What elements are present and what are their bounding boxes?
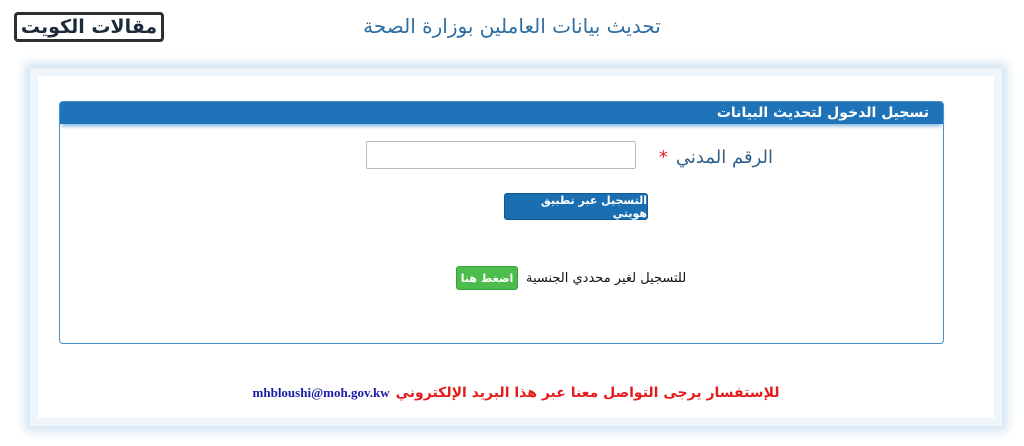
civil-id-label-text: الرقم المدني xyxy=(675,147,773,168)
civil-id-input[interactable] xyxy=(366,141,636,169)
contact-email-link[interactable]: mhbloushi@moh.gov.kw xyxy=(253,385,390,400)
civil-id-label: الرقم المدني * xyxy=(659,147,773,168)
hawyti-login-button[interactable]: التسجيل عبر تطبيق هويتي xyxy=(504,193,648,220)
page-title: تحديث بيانات العاملين بوزارة الصحة xyxy=(0,14,1024,38)
form-container: تسجيل الدخول لتحديث البيانات الرقم المدن… xyxy=(30,68,1002,426)
panel-header: تسجيل الدخول لتحديث البيانات xyxy=(60,102,943,124)
login-panel: تسجيل الدخول لتحديث البيانات الرقم المدن… xyxy=(59,101,944,344)
page-title-text: تحديث بيانات العاملين بوزارة الصحة xyxy=(363,14,661,38)
contact-text: للإستفسار يرجى التواصل معنا عبر هذا البر… xyxy=(395,385,780,401)
stateless-row: اضغط هنا للتسجيل لغير محددي الجنسية xyxy=(456,266,686,290)
form-inner: تسجيل الدخول لتحديث البيانات الرقم المدن… xyxy=(38,76,994,418)
stateless-label: للتسجيل لغير محددي الجنسية xyxy=(526,270,687,286)
contact-line: للإستفسار يرجى التواصل معنا عبر هذا البر… xyxy=(38,382,994,401)
required-marker: * xyxy=(658,147,668,168)
click-here-button[interactable]: اضغط هنا xyxy=(456,266,518,290)
